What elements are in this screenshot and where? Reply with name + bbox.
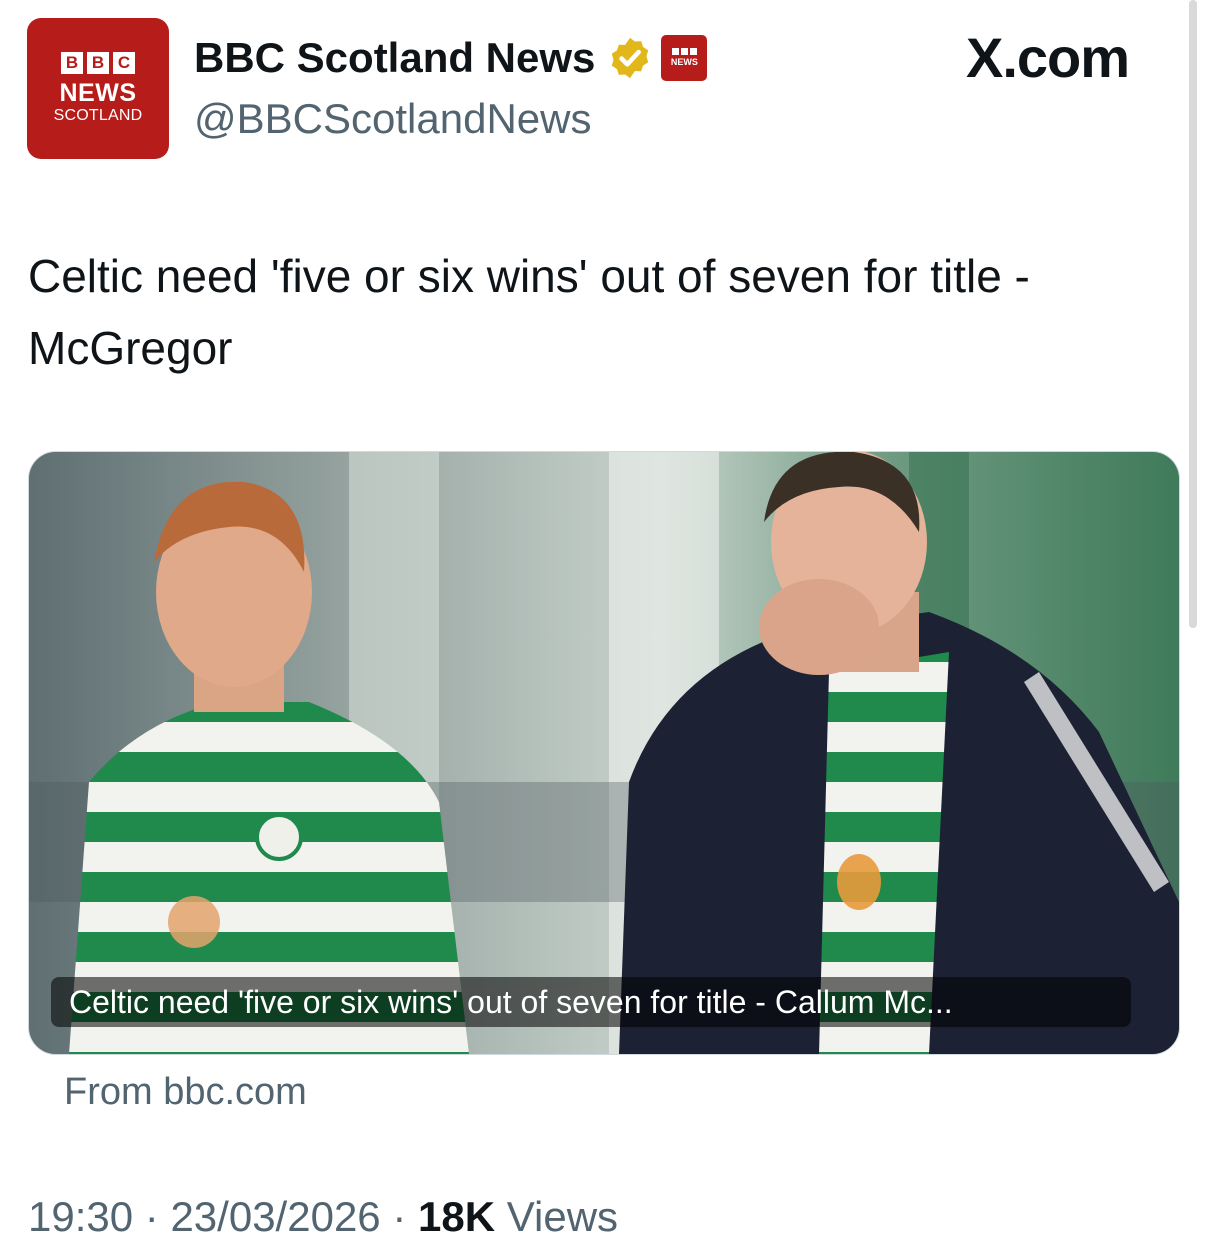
card-source[interactable]: From bbc.com [64,1064,307,1120]
tweet-date[interactable]: 23/03/2026 [170,1193,380,1240]
name-row: BBC Scotland News NEWS [194,34,708,82]
bbc-block-2: B [87,51,109,74]
gold-verified-badge-icon [612,37,649,79]
meta-separator: · [392,1193,407,1240]
tweet-text: Celtic need 'five or six wins' out of se… [28,250,1030,374]
avatar-region-label: SCOTLAND [53,106,143,124]
tweet-time[interactable]: 19:30 [28,1193,133,1240]
handle[interactable]: @BBCScotlandNews [194,94,591,144]
avatar-news-label: NEWS [59,78,137,107]
meta-separator: · [144,1193,159,1240]
affiliate-badge-icon[interactable]: NEWS [661,35,708,81]
site-label: X.com [966,26,1130,89]
affiliate-badge-label: NEWS [670,57,698,67]
scrollbar[interactable] [1189,0,1197,628]
views-label[interactable]: Views [507,1193,618,1240]
card-image [29,452,1179,1054]
tweet-meta: 19:30 · 23/03/2026 · 18K Views [28,1188,618,1246]
avatar[interactable]: B B C NEWS SCOTLAND [27,18,169,159]
bbc-block-1: B [61,51,83,74]
link-card[interactable]: Celtic need 'five or six wins' out of se… [28,451,1180,1055]
views-count[interactable]: 18K [418,1193,495,1240]
card-caption[interactable]: Celtic need 'five or six wins' out of se… [51,977,1131,1027]
display-name[interactable]: BBC Scotland News [194,34,595,82]
bbc-logo: B B C [61,51,135,74]
bbc-block-3: C [113,51,135,74]
